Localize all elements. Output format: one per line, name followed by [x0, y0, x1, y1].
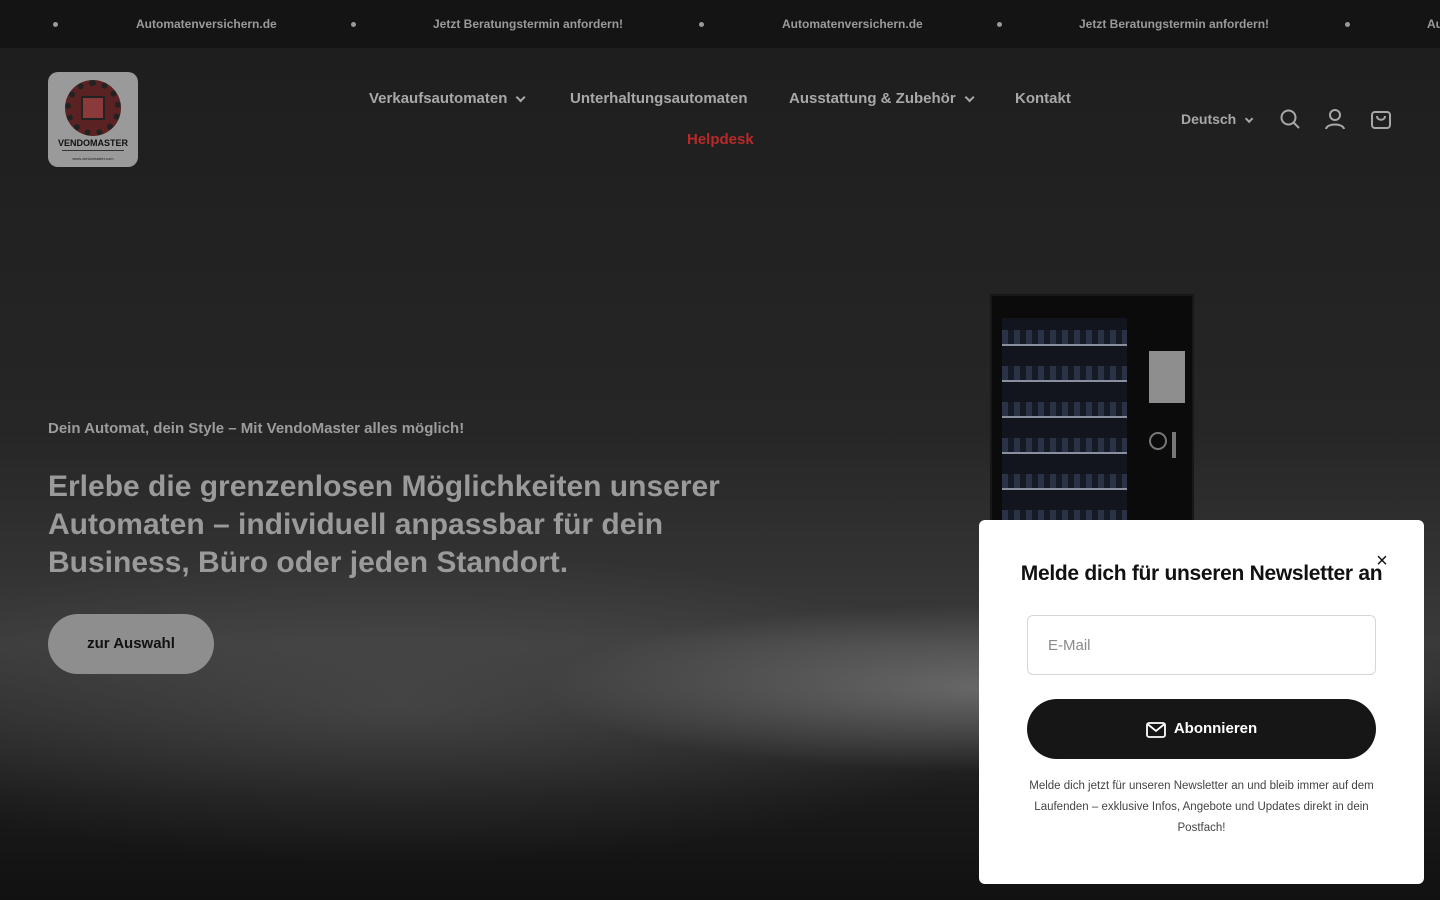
nav-item-unterhaltungsautomaten[interactable]: Unterhaltungsautomaten — [570, 89, 748, 109]
bullet-dot — [351, 22, 356, 27]
announcement-link[interactable]: Automatenversichern.de — [782, 0, 923, 48]
subscribe-label: Abonnieren — [1173, 720, 1258, 738]
vending-machine-screen — [1149, 351, 1185, 403]
nav-item-label: Kontakt — [1015, 90, 1071, 107]
logo-brand: VENDOMASTER — [57, 138, 128, 148]
logo[interactable]: VENDOMASTER www.vendomaster.com — [48, 72, 138, 167]
mail-icon — [1145, 721, 1166, 738]
nav-item-label: Verkaufsautomaten — [369, 90, 508, 107]
shelf — [1002, 438, 1127, 454]
account-icon[interactable] — [1324, 108, 1346, 130]
nav-item-verkaufsautomaten[interactable]: Verkaufsautomaten — [369, 89, 526, 109]
shelf — [1002, 330, 1127, 346]
announcement-link[interactable]: Au — [1427, 0, 1440, 48]
cart-icon[interactable] — [1370, 108, 1392, 130]
language-selector[interactable]: Deutsch — [1181, 109, 1254, 129]
hero-headline: Erlebe die grenzenlosen Möglichkeiten un… — [48, 470, 720, 579]
newsletter-title: Melde dich für unseren Newsletter an — [1020, 562, 1383, 585]
language-label: Deutsch — [1181, 111, 1237, 127]
bullet-dot — [53, 22, 58, 27]
coin-slot-icon — [1149, 432, 1167, 450]
announcement-bar: Automatenversichern.de Jetzt Beratungste… — [0, 0, 1440, 48]
card-slot — [1172, 432, 1176, 458]
nav-item-kontakt[interactable]: Kontakt — [1015, 89, 1071, 109]
newsletter-modal: × Melde dich für unseren Newsletter an A… — [979, 520, 1424, 884]
cta-button[interactable]: zur Auswahl — [48, 614, 214, 674]
announcement-link[interactable]: Jetzt Beratungstermin anfordern! — [1079, 0, 1269, 48]
search-icon[interactable] — [1279, 108, 1301, 130]
announcement-link[interactable]: Automatenversichern.de — [136, 0, 277, 48]
announcement-link[interactable]: Jetzt Beratungstermin anfordern! — [433, 0, 623, 48]
nav-item-label: Helpdesk — [687, 131, 754, 148]
bullet-dot — [699, 22, 704, 27]
nav-item-ausstattung[interactable]: Ausstattung & Zubehör — [789, 89, 975, 109]
nav-item-helpdesk[interactable]: Helpdesk — [687, 130, 754, 150]
logo-url: www.vendomaster.com — [72, 156, 114, 161]
nav-item-label: Unterhaltungsautomaten — [570, 90, 748, 107]
shelf — [1002, 366, 1127, 382]
vending-machine-icon — [81, 96, 105, 120]
email-field[interactable] — [1027, 615, 1376, 675]
newsletter-description: Melde dich jetzt für unseren Newsletter … — [1029, 780, 1374, 834]
subscribe-button[interactable]: Abonnieren — [1027, 699, 1376, 759]
nav-item-label: Ausstattung & Zubehör — [789, 90, 956, 107]
shelf — [1002, 474, 1127, 490]
hero-tagline: Dein Automat, dein Style – Mit VendoMast… — [48, 420, 465, 437]
shelf — [1002, 402, 1127, 418]
gear-icon — [65, 80, 121, 136]
vending-machine-glass — [1002, 318, 1127, 548]
bullet-dot — [997, 22, 1002, 27]
bullet-dot — [1345, 22, 1350, 27]
logo-divider — [62, 150, 124, 151]
vending-machine-image — [990, 294, 1194, 554]
